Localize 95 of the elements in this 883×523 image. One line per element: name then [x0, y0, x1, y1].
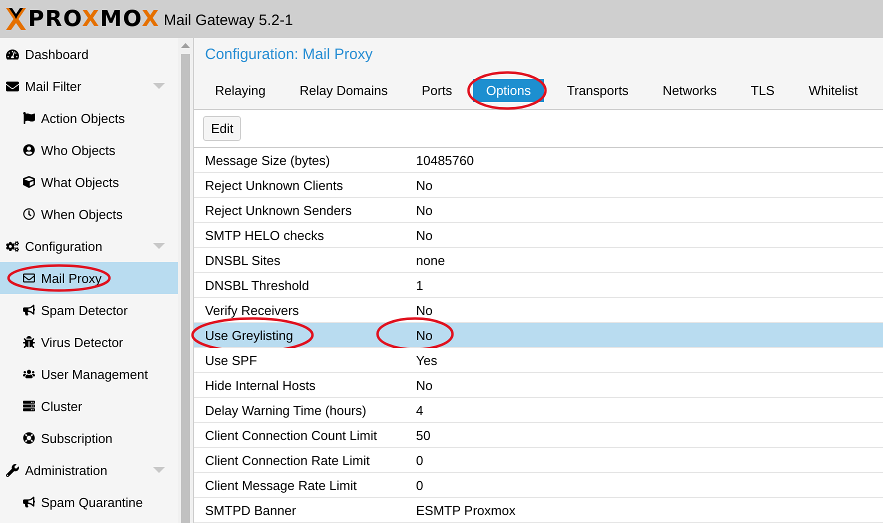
tab[interactable]: Transports — [554, 79, 642, 102]
user-icon — [23, 144, 35, 156]
nav-item[interactable]: Who Objects — [0, 134, 178, 166]
option-value: No — [415, 202, 434, 218]
nav-item[interactable]: Spam Quarantine — [0, 486, 178, 518]
wrench-icon — [6, 464, 19, 476]
cube-icon — [23, 176, 35, 188]
tab[interactable]: Ports — [408, 79, 466, 102]
tab[interactable]: Relay Domains — [286, 79, 401, 102]
table-row[interactable]: Use SPF Yes — [194, 348, 883, 373]
scroll-up-icon — [181, 43, 190, 48]
option-value: No — [415, 328, 434, 342]
option-name: Reject Unknown Senders — [204, 202, 353, 218]
option-name: Use SPF — [204, 352, 258, 368]
nav-label: What Objects — [41, 174, 120, 190]
option-name: Client Message Rate Limit — [204, 478, 358, 492]
option-name: DNSBL Sites — [204, 252, 282, 268]
server-icon — [23, 400, 35, 412]
nav-item[interactable]: Configuration — [0, 230, 178, 262]
nav-item[interactable]: User Management — [0, 358, 178, 390]
nav-item[interactable]: Spam Detector — [0, 294, 178, 326]
nav-item[interactable]: Mail Filter — [0, 70, 178, 102]
option-name: Reject Unknown Clients — [204, 178, 344, 192]
nav-label: Who Objects — [41, 142, 116, 158]
option-name: Client Connection Rate Limit — [204, 452, 371, 468]
nav-item[interactable]: When Objects — [0, 198, 178, 230]
nav-label: Mail Proxy — [41, 270, 102, 286]
tab[interactable]: Relaying — [202, 79, 279, 102]
option-name: SMTP HELO checks — [204, 228, 325, 242]
option-value: none — [415, 252, 446, 268]
option-value: 10485760 — [415, 152, 475, 168]
option-value: No — [415, 302, 434, 318]
option-value: ESMTP Proxmox — [415, 502, 516, 518]
nav-item[interactable]: Subscription — [0, 422, 178, 454]
logo-icon — [6, 8, 26, 30]
panel-title: Configuration: Mail Proxy — [194, 38, 883, 72]
option-value: Yes — [415, 352, 438, 368]
megaphone-icon — [23, 304, 35, 316]
users-icon — [23, 368, 35, 380]
envelope-icon — [6, 80, 19, 92]
nav-label: Spam Quarantine — [41, 494, 143, 510]
option-value: No — [415, 228, 434, 242]
option-name: Client Connection Count Limit — [204, 428, 378, 442]
nav-item[interactable]: Mail Proxy — [0, 262, 178, 294]
nav-label: Spam Detector — [41, 302, 128, 318]
product-name: Mail Gateway 5.2-1 — [164, 12, 293, 28]
tab[interactable]: Whitelist — [796, 79, 871, 102]
caret-icon — [153, 467, 165, 473]
option-name: Verify Receivers — [204, 302, 300, 318]
nav-label: Dashboard — [25, 46, 89, 62]
option-value: 0 — [415, 452, 424, 468]
nav-item[interactable]: Action Objects — [0, 102, 178, 134]
logo-text: PROXMOX — [28, 6, 160, 32]
edit-button[interactable]: Edit — [203, 116, 242, 142]
nav-label: When Objects — [41, 206, 123, 222]
scrollbar-thumb[interactable] — [181, 54, 190, 523]
table-row[interactable]: Use Greylisting No — [194, 323, 883, 348]
tab[interactable]: TLS — [738, 79, 788, 102]
option-value: No — [415, 178, 434, 192]
option-value: 50 — [415, 428, 432, 442]
flag-icon — [23, 112, 35, 124]
nav-label: Configuration — [25, 238, 102, 254]
nav-label: Subscription — [41, 430, 113, 446]
nav-item[interactable]: Virus Detector — [0, 326, 178, 358]
nav-label: Cluster — [41, 398, 82, 414]
nav-label: Virus Detector — [41, 334, 124, 350]
gears-icon — [6, 240, 19, 252]
caret-icon — [153, 83, 165, 89]
caret-icon — [153, 243, 165, 249]
lifebuoy-icon — [23, 432, 35, 444]
option-value: No — [415, 378, 434, 392]
option-name: Hide Internal Hosts — [204, 378, 317, 392]
nav-label: Action Objects — [41, 110, 125, 126]
option-value: 4 — [415, 402, 424, 418]
nav-item[interactable]: Cluster — [0, 390, 178, 422]
nav-label: User Management — [41, 366, 148, 382]
bug-icon — [23, 336, 35, 348]
envelope-icon — [23, 272, 35, 284]
tab[interactable]: Options — [473, 79, 544, 102]
nav-item[interactable]: Dashboard — [0, 38, 178, 70]
option-value: 1 — [415, 278, 424, 292]
option-name: Use Greylisting — [204, 328, 294, 342]
nav-item[interactable]: Administration — [0, 454, 178, 486]
clock-icon — [23, 208, 35, 220]
option-name: Message Size (bytes) — [204, 152, 331, 168]
option-value: 0 — [415, 478, 424, 492]
tab[interactable]: Networks — [650, 79, 730, 102]
option-name: Delay Warning Time (hours) — [204, 402, 368, 418]
nav-item[interactable]: What Objects — [0, 166, 178, 198]
option-name: SMTPD Banner — [204, 502, 298, 518]
nav-label: Mail Filter — [25, 78, 82, 94]
dashboard-icon — [6, 48, 19, 60]
option-name: DNSBL Threshold — [204, 278, 310, 292]
nav-label: Administration — [25, 462, 108, 478]
megaphone-icon — [23, 496, 35, 508]
